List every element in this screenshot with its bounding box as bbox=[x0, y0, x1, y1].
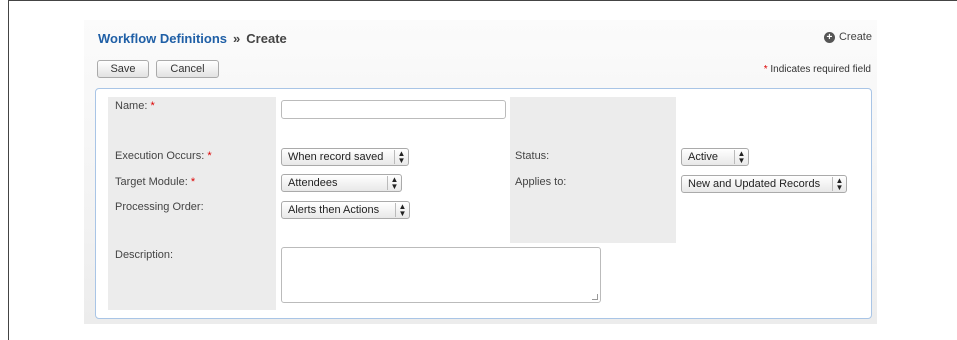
execution-occurs-label-text: Execution Occurs: bbox=[115, 150, 205, 162]
label-column-right bbox=[510, 97, 676, 243]
updown-arrows-icon: ▲ ▼ bbox=[832, 177, 846, 192]
status-label: Status: bbox=[515, 150, 549, 162]
required-star: * bbox=[763, 64, 768, 75]
execution-occurs-select[interactable]: When record saved ▲ ▼ bbox=[281, 148, 409, 166]
updown-arrows-icon: ▲ ▼ bbox=[395, 203, 409, 218]
applies-to-label: Applies to: bbox=[515, 176, 566, 188]
breadcrumb-current: Create bbox=[246, 31, 287, 46]
updown-arrows-icon: ▲ ▼ bbox=[387, 176, 401, 191]
save-button[interactable]: Save bbox=[97, 60, 149, 78]
applies-to-value: New and Updated Records bbox=[688, 178, 821, 190]
target-module-label-text: Target Module: bbox=[115, 176, 188, 188]
required-field-note: * Indicates required field bbox=[764, 64, 871, 75]
execution-occurs-value: When record saved bbox=[288, 151, 384, 163]
processing-order-label-text: Processing Order: bbox=[115, 201, 204, 213]
cancel-button[interactable]: Cancel bbox=[156, 60, 219, 78]
create-link-label: Create bbox=[838, 31, 872, 43]
description-label-text: Description: bbox=[115, 249, 174, 261]
target-module-select[interactable]: Attendees ▲ ▼ bbox=[281, 174, 402, 192]
status-select[interactable]: Active ▲ ▼ bbox=[681, 148, 749, 166]
description-textarea[interactable] bbox=[281, 247, 601, 303]
status-label-text: Status: bbox=[515, 150, 550, 162]
required-note-text: Indicates required field bbox=[770, 64, 871, 75]
status-value: Active bbox=[688, 151, 718, 163]
applies-to-select[interactable]: New and Updated Records ▲ ▼ bbox=[681, 175, 847, 193]
create-link[interactable]: + Create bbox=[823, 31, 872, 43]
target-module-label: Target Module: * bbox=[115, 176, 195, 188]
processing-order-value: Alerts then Actions bbox=[288, 204, 380, 216]
execution-required-star: * bbox=[207, 150, 212, 162]
applies-to-label-text: Applies to: bbox=[515, 176, 567, 188]
processing-order-select[interactable]: Alerts then Actions ▲ ▼ bbox=[281, 201, 410, 219]
description-label: Description: bbox=[115, 249, 173, 261]
updown-arrows-icon: ▲ ▼ bbox=[734, 150, 748, 165]
name-label-text: Name: bbox=[115, 100, 148, 112]
processing-order-label: Processing Order: bbox=[115, 201, 204, 213]
execution-occurs-label: Execution Occurs: * bbox=[115, 150, 212, 162]
name-input[interactable] bbox=[281, 100, 506, 119]
resize-grip-icon[interactable] bbox=[592, 294, 598, 300]
breadcrumb-workflow-definitions[interactable]: Workflow Definitions bbox=[98, 31, 227, 46]
target-required-star: * bbox=[190, 176, 196, 188]
updown-arrows-icon: ▲ ▼ bbox=[394, 150, 408, 165]
target-module-value: Attendees bbox=[288, 177, 338, 189]
name-required-star: * bbox=[150, 100, 155, 112]
breadcrumb-separator: » bbox=[233, 31, 241, 46]
page-title: Workflow Definitions » Create bbox=[98, 31, 287, 46]
name-label: Name: * bbox=[115, 100, 155, 112]
plus-circle-icon: + bbox=[823, 31, 835, 43]
